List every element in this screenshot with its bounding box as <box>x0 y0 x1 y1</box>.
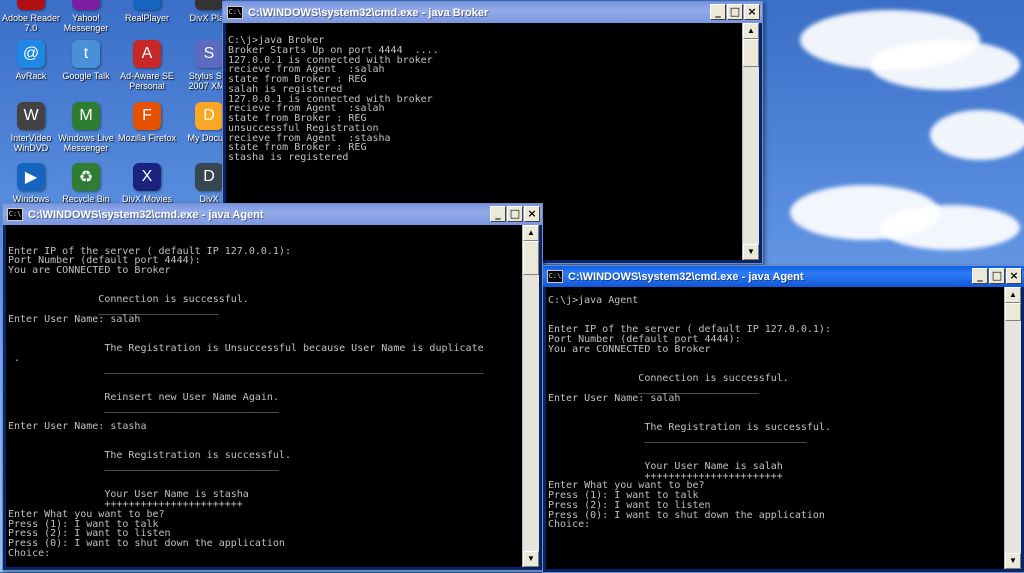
minimize-button[interactable]: _ <box>490 206 506 222</box>
minimize-button[interactable]: _ <box>710 4 726 20</box>
agent-right-scrollbar[interactable]: ▲ ▼ <box>1004 287 1021 569</box>
recycle-bin-icon: ♻ <box>72 163 100 191</box>
yahoo-messenger-icon: Y <box>72 0 100 10</box>
stylus-studio-icon: S <box>195 40 223 68</box>
agent-right-console-output[interactable]: C:\j>java Agent Enter IP of the server (… <box>546 287 1005 569</box>
desktop-shortcut-label: Mozilla Firefox <box>117 133 176 143</box>
scroll-up-arrow-icon[interactable]: ▲ <box>1005 287 1021 303</box>
firefox-icon: F <box>133 102 161 130</box>
windvd-icon: W <box>17 102 45 130</box>
scroll-down-arrow-icon[interactable]: ▼ <box>743 244 759 260</box>
agent-right-window-title: C:\WINDOWS\system32\cmd.exe - java Agent <box>568 270 804 283</box>
scroll-up-arrow-icon[interactable]: ▲ <box>523 225 539 241</box>
broker-scrollbar[interactable]: ▲ ▼ <box>742 23 759 260</box>
windows-media-icon: ▶ <box>17 163 45 191</box>
close-button[interactable]: × <box>744 4 760 20</box>
desktop-shortcut[interactable]: ♻ Recycle Bin <box>55 163 117 204</box>
scroll-thumb[interactable] <box>1005 303 1021 321</box>
desktop-shortcut-label: Google Talk <box>62 71 110 81</box>
broker-console-text: C:\j>java Broker Broker Starts Up on por… <box>228 35 439 163</box>
cmd-icon: C:\ <box>227 6 243 19</box>
agent-left-scrollbar[interactable]: ▲ ▼ <box>522 225 539 567</box>
desktop-shortcut[interactable]: @ AvRack <box>0 40 62 81</box>
divx-movies-icon: X <box>133 163 161 191</box>
agent-right-titlebar[interactable]: C:\ C:\WINDOWS\system32\cmd.exe - java A… <box>543 266 1024 287</box>
desktop-shortcut-label: Yahoo! Messenger <box>63 13 109 33</box>
agent-left-console-output[interactable]: Enter IP of the server ( default IP 127.… <box>6 225 523 567</box>
desktop-shortcut[interactable]: Y Yahoo! Messenger <box>55 0 117 33</box>
desktop-shortcut-label: RealPlayer <box>124 13 170 23</box>
desktop-shortcut[interactable]: A Adobe Reader 7.0 <box>0 0 62 33</box>
scroll-down-arrow-icon[interactable]: ▼ <box>1005 553 1021 569</box>
maximize-button[interactable]: □ <box>727 4 743 20</box>
broker-window-title: C:\WINDOWS\system32\cmd.exe - java Broke… <box>248 6 489 19</box>
desktop-shortcut[interactable]: M Windows Live Messenger <box>55 102 117 153</box>
cmd-icon: C:\ <box>547 270 563 283</box>
cmd-icon: C:\ <box>7 208 23 221</box>
minimize-button[interactable]: _ <box>972 268 988 284</box>
desktop-shortcut[interactable]: W InterVideo WinDVD <box>0 102 62 153</box>
broker-titlebar[interactable]: C:\ C:\WINDOWS\system32\cmd.exe - java B… <box>223 2 762 23</box>
divx-player-icon: D <box>195 0 223 10</box>
agent-left-titlebar[interactable]: C:\ C:\WINDOWS\system32\cmd.exe - java A… <box>3 204 542 225</box>
avrack-icon: @ <box>17 40 45 68</box>
agent-right-console-text: C:\j>java Agent Enter IP of the server (… <box>548 295 831 531</box>
agent-left-console-text: Enter IP of the server ( default IP 127.… <box>8 245 484 559</box>
desktop-shortcut[interactable]: t Google Talk <box>55 40 117 81</box>
desktop-shortcut[interactable]: R RealPlayer <box>116 0 178 23</box>
scroll-up-arrow-icon[interactable]: ▲ <box>743 23 759 39</box>
realplayer-icon: R <box>133 0 161 10</box>
desktop-shortcut-label: InterVideo WinDVD <box>10 133 52 153</box>
desktop-shortcut[interactable]: F Mozilla Firefox <box>116 102 178 143</box>
sky-cloud <box>870 40 1020 90</box>
agent-left-window-title: C:\WINDOWS\system32\cmd.exe - java Agent <box>28 208 264 221</box>
sky-cloud <box>880 205 1020 250</box>
my-documents-icon: D <box>195 102 223 130</box>
divx-icon: D <box>195 163 223 191</box>
close-button[interactable]: × <box>524 206 540 222</box>
desktop-shortcut-label: Windows Live Messenger <box>58 133 114 153</box>
scroll-thumb[interactable] <box>523 241 539 275</box>
agent-console-window-right[interactable]: C:\ C:\WINDOWS\system32\cmd.exe - java A… <box>542 265 1024 573</box>
desktop-shortcut[interactable]: ▶ Windows <box>0 163 62 204</box>
maximize-button[interactable]: □ <box>989 268 1005 284</box>
desktop-shortcut-label: Adobe Reader 7.0 <box>1 13 61 33</box>
ad-aware-icon: A <box>133 40 161 68</box>
desktop-shortcut[interactable]: A Ad-Aware SE Personal <box>116 40 178 91</box>
adobe-reader-icon: A <box>17 0 45 10</box>
close-button[interactable]: × <box>1006 268 1022 284</box>
desktop-shortcut-label: Ad-Aware SE Personal <box>120 71 174 91</box>
sky-cloud <box>930 110 1024 160</box>
desktop-shortcut-label: AvRack <box>15 71 47 81</box>
windows-live-messenger-icon: M <box>72 102 100 130</box>
maximize-button[interactable]: □ <box>507 206 523 222</box>
scroll-thumb[interactable] <box>743 39 759 67</box>
google-talk-icon: t <box>72 40 100 68</box>
scroll-down-arrow-icon[interactable]: ▼ <box>523 551 539 567</box>
desktop-shortcut[interactable]: X DivX Movies <box>116 163 178 204</box>
agent-console-window-left[interactable]: C:\ C:\WINDOWS\system32\cmd.exe - java A… <box>2 203 543 571</box>
